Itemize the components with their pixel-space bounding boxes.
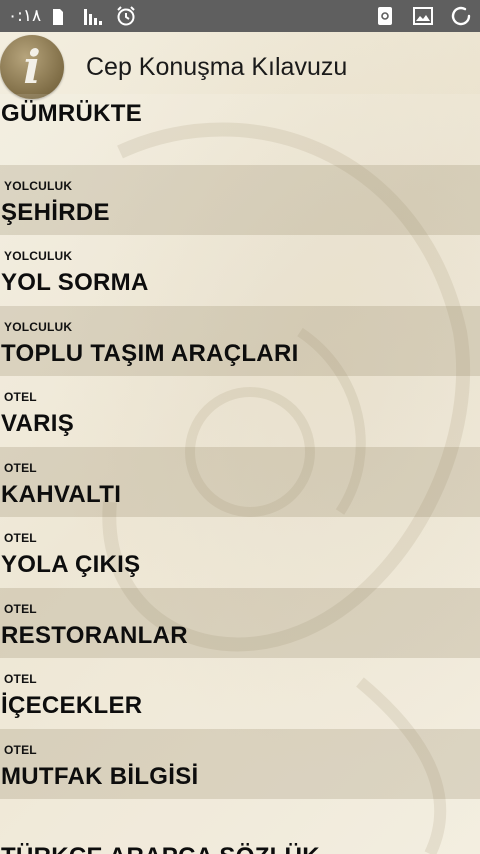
list-item-title: TÜRKÇE ARAPÇA SÖZLÜK bbox=[1, 843, 320, 854]
list-item-title: MUTFAK BİLGİSİ bbox=[1, 762, 199, 790]
list-item[interactable]: OTEL YOLA ÇIKIŞ bbox=[0, 517, 480, 588]
list-item-title: YOL SORMA bbox=[1, 269, 149, 296]
list-item-title: YOLA ÇIKIŞ bbox=[1, 551, 141, 578]
list-item-category: YOLCULUK bbox=[4, 178, 73, 193]
list-item-title: RESTORANLAR bbox=[1, 621, 188, 649]
signal-icon bbox=[83, 5, 105, 27]
app-title: Cep Konuşma Kılavuzu bbox=[86, 52, 348, 81]
sync-icon bbox=[374, 5, 396, 27]
list-item-category: YOLCULUK bbox=[4, 249, 73, 263]
list-item-title: VARIŞ bbox=[1, 410, 75, 437]
list-item[interactable]: OTEL VARIŞ bbox=[0, 376, 480, 447]
list-item-category: OTEL bbox=[4, 672, 37, 686]
loading-icon bbox=[450, 5, 472, 27]
list-item-category: OTEL bbox=[4, 531, 37, 545]
alarm-icon bbox=[115, 5, 137, 27]
list-item[interactable]: GÜMRÜKTE bbox=[0, 94, 480, 165]
list-item[interactable]: OTEL MUTFAK BİLGİSİ bbox=[0, 728, 480, 799]
topic-list: GÜMRÜKTE YOLCULUK ŞEHİRDE YOLCULUK YOL S… bbox=[0, 94, 480, 854]
list-item-category: YOLCULUK bbox=[4, 319, 73, 334]
list-item-category: OTEL bbox=[4, 460, 37, 475]
list-item-category: OTEL bbox=[4, 390, 37, 404]
list-item-title: KAHVALTI bbox=[1, 480, 122, 508]
status-bar: ۰:۱۸ bbox=[0, 0, 480, 32]
app-header: i Cep Konuşma Kılavuzu bbox=[0, 32, 480, 102]
app-screen: i Cep Konuşma Kılavuzu GÜMRÜKTE YOLCULUK… bbox=[0, 32, 480, 854]
list-item[interactable]: YOLCULUK YOL SORMA bbox=[0, 235, 480, 306]
list-item-title: ŞEHİRDE bbox=[1, 198, 110, 226]
status-time: ۰:۱۸ bbox=[8, 6, 42, 26]
list-item[interactable]: OTEL KAHVALTI bbox=[0, 446, 480, 517]
list-item-category: OTEL bbox=[4, 742, 37, 757]
info-icon[interactable]: i bbox=[0, 35, 64, 99]
list-item-category: OTEL bbox=[4, 601, 37, 616]
list-item-title: TOPLU TAŞIM ARAÇLARI bbox=[1, 339, 299, 367]
list-item[interactable]: YOLCULUK TOPLU TAŞIM ARAÇLARI bbox=[0, 305, 480, 376]
image-icon bbox=[412, 5, 434, 27]
list-item-title: İÇECEKLER bbox=[1, 692, 143, 719]
list-item[interactable]: OTEL RESTORANLAR bbox=[0, 587, 480, 658]
list-item[interactable]: TÜRKÇE ARAPÇA SÖZLÜK bbox=[0, 799, 480, 854]
info-icon-glyph: i bbox=[23, 40, 41, 94]
list-item[interactable]: OTEL İÇECEKLER bbox=[0, 658, 480, 729]
sim-icon bbox=[51, 5, 73, 27]
list-item[interactable]: YOLCULUK ŞEHİRDE bbox=[0, 164, 480, 235]
list-item-title: GÜMRÜKTE bbox=[1, 100, 143, 127]
